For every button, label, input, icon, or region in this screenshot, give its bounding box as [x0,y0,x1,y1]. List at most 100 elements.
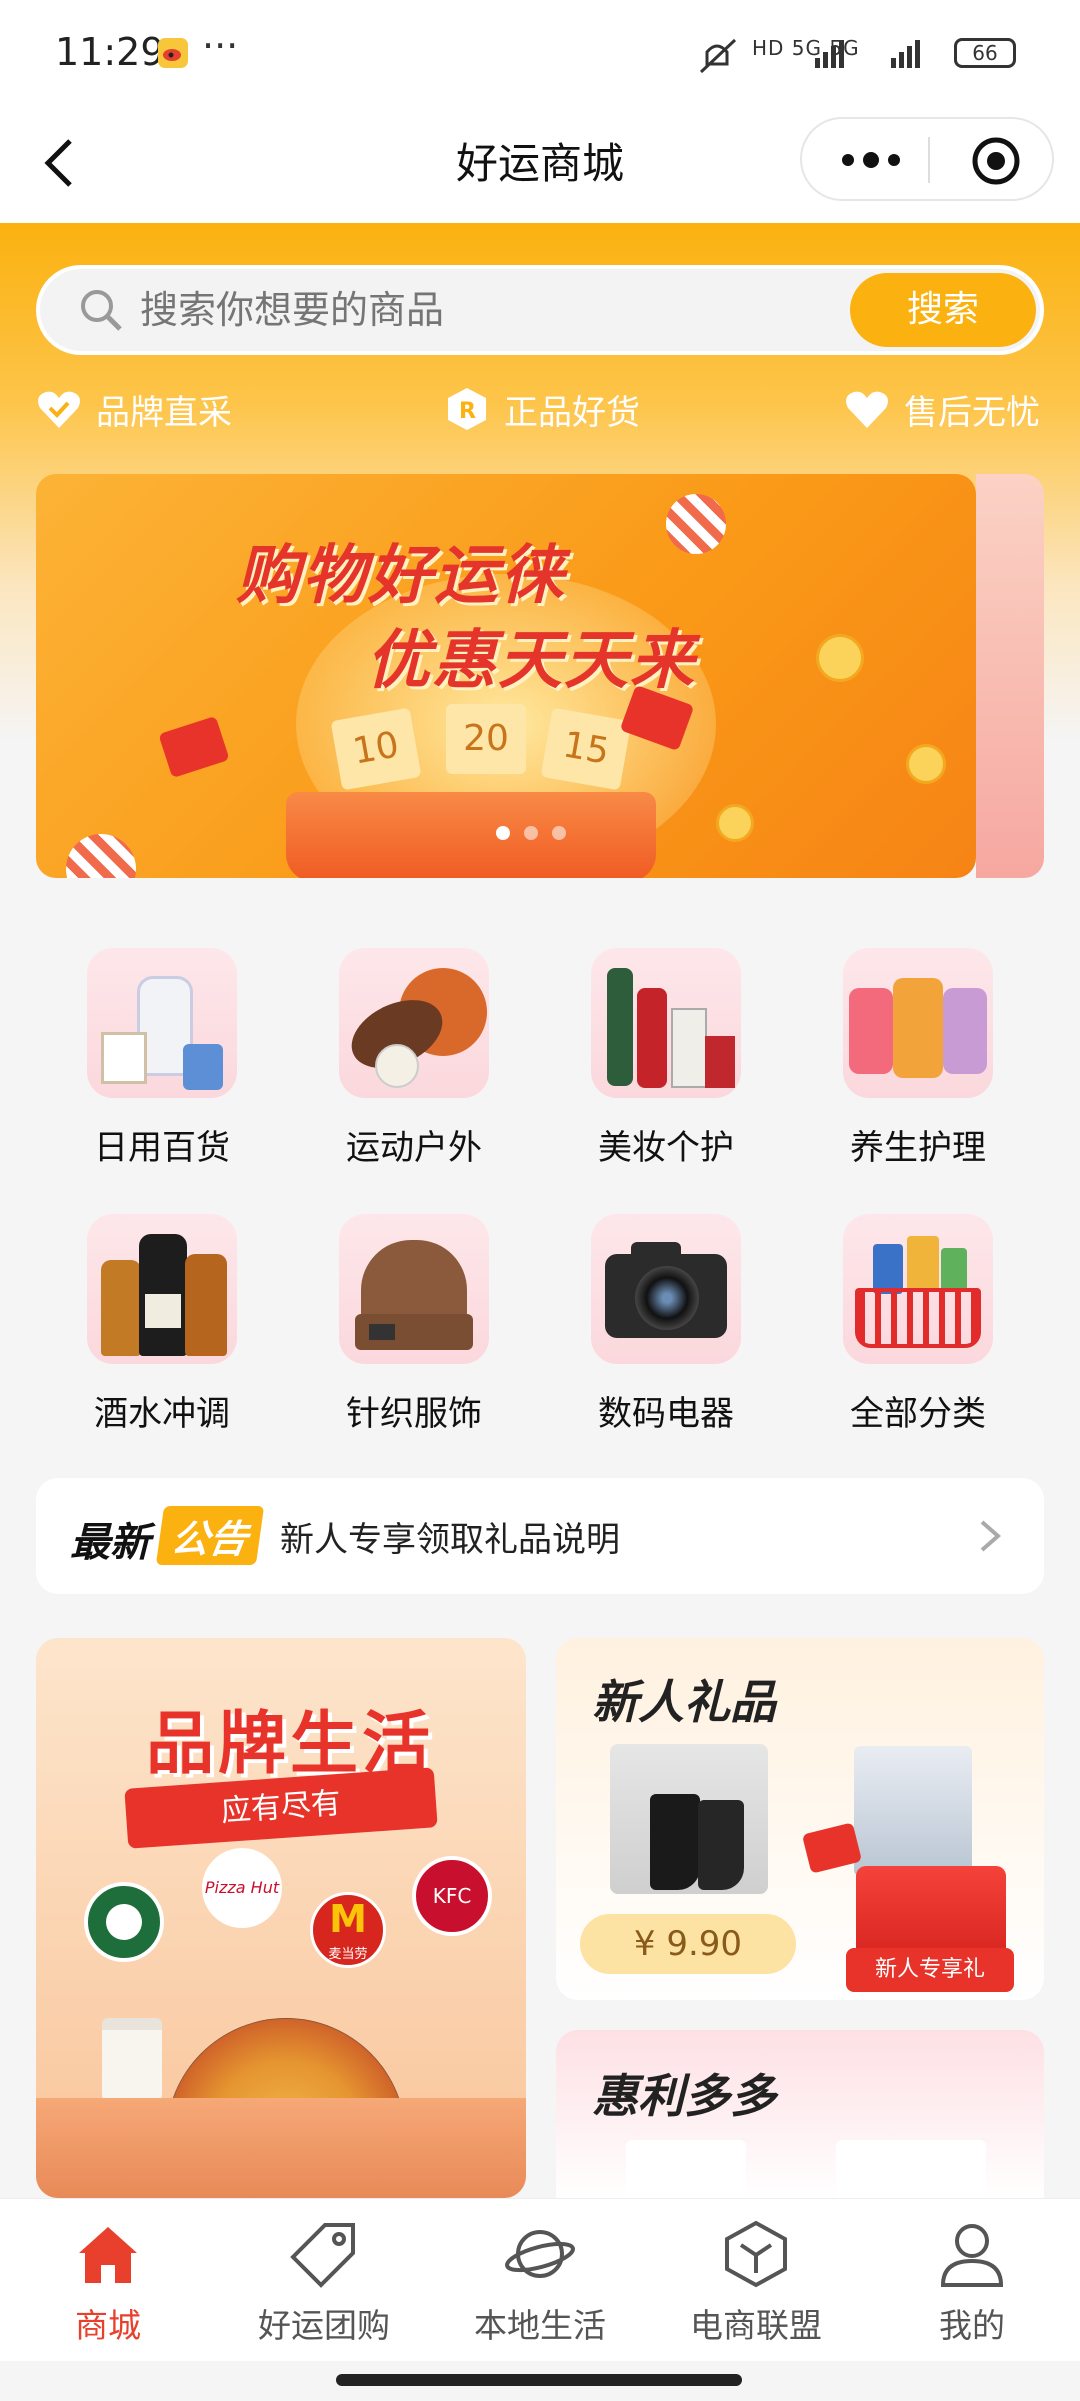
next-banner-peek[interactable] [976,474,1044,878]
price-pill: ¥ 9.90 [580,1914,796,1974]
r-badge-icon: R [444,386,490,432]
category-knitwear[interactable]: 针织服饰 [314,1214,514,1435]
search-icon [81,290,122,331]
category-label: 针织服饰 [346,1394,482,1434]
search-input[interactable] [140,281,780,339]
brand-life-card[interactable]: 品牌生活 应有尽有 Pizza Hut M 麦当劳 KFC [36,1638,526,2198]
tab-label: 我的 [939,2306,1005,2345]
sock-product-image [610,1744,768,1894]
tab-local-life[interactable]: 本地生活 [450,2219,630,2347]
tab-ecommerce-alliance[interactable]: 电商联盟 [666,2219,846,2347]
svg-text:R: R [459,399,476,424]
status-bar: 11:29 ··· HD 5G 5G 66 [0,0,1080,105]
tab-group-buy[interactable]: 好运团购 [234,2219,414,2347]
category-label: 运动户外 [346,1128,482,1168]
coupon-ticket: 20 [446,704,526,774]
pedestal [36,2098,526,2198]
tab-label: 电商联盟 [690,2306,822,2345]
announcement-bar[interactable]: 最新 公告 新人专享领取礼品说明 [36,1478,1044,1594]
notice-tag-latest: 最新 [70,1520,150,1566]
battery-level: 66 [972,41,998,65]
category-digital[interactable]: 数码电器 [566,1214,766,1435]
household-goods-icon [87,948,237,1098]
coin-icon [816,634,864,682]
heart-icon [844,386,890,432]
battery-icon: 66 [954,38,1016,68]
search-bar[interactable]: 搜索 [36,265,1044,355]
badge-brand-direct: 品牌直采 [36,384,232,434]
notice-tag-announce: 公告 [155,1506,265,1565]
deal-title: 惠利多多 [592,2069,776,2123]
pagination-dot [552,826,566,840]
coupon-ticket: 10 [330,707,422,791]
striped-ball-icon [666,494,726,554]
coupon-stack: 10 20 15 [330,704,636,794]
chevron-right-icon [980,1520,1002,1552]
sports-balls-icon [339,948,489,1098]
tab-profile[interactable]: 我的 [882,2219,1062,2347]
mini-program-capsule [800,117,1054,201]
badge-label: 品牌直采 [96,392,232,433]
deal-product-image [626,2140,746,2200]
tab-label: 好运团购 [258,2306,390,2345]
gift-ribbon-label: 新人专享礼 [874,1957,985,1982]
status-dots: ··· [202,24,239,68]
capsule-divider [928,137,930,183]
tab-mall[interactable]: 商城 [18,2219,198,2347]
home-indicator[interactable] [336,2374,742,2386]
badge-label: 正品好货 [504,392,640,433]
planet-icon [505,2230,575,2278]
red-envelope-icon [158,715,230,779]
newcomer-gift-card[interactable]: 新人礼品 ¥ 9.90 新人专享礼 [556,1638,1044,2000]
kfc-logo: KFC [412,1856,492,1936]
notice-text: 新人专享领取礼品说明 [280,1520,620,1560]
category-household[interactable]: 日用百货 [62,948,262,1169]
badge-label: 售后无忧 [904,392,1040,433]
tab-label: 商城 [75,2306,141,2345]
newcomer-ribbon: 新人专享礼 [846,1948,1014,1992]
coupon-value: 20 [463,718,509,759]
cosmetics-icon [591,948,741,1098]
heart-check-icon [36,386,82,432]
category-label: 美妆个护 [598,1128,734,1168]
knit-hat-icon [339,1214,489,1364]
badge-genuine: R 正品好货 [444,384,640,434]
cube-icon [725,2220,787,2288]
mcdonalds-label: 麦当劳 [328,1947,368,1962]
more-dots-icon[interactable] [836,143,906,177]
category-all[interactable]: 全部分类 [818,1214,1018,1435]
category-label: 日用百货 [94,1128,230,1168]
liquor-bottles-icon [87,1214,237,1364]
category-sports[interactable]: 运动户外 [314,948,514,1169]
coupon-value: 15 [559,724,613,773]
coffee-cup-image [102,2018,162,2108]
deal-product-image [836,2140,986,2200]
camera-icon [591,1214,741,1364]
category-health[interactable]: 养生护理 [818,948,1018,1169]
gift-title: 新人礼品 [592,1675,776,1729]
ribbon-label: 应有尽有 [219,1785,343,1830]
badge-after-sales: 售后无忧 [844,384,1040,434]
promo-banner[interactable]: 购物好运徕 优惠天天来 10 20 15 [36,474,976,878]
treasure-box [286,792,656,878]
mcdonalds-logo: M 麦当劳 [310,1892,386,1968]
coupon-ticket: 15 [540,707,632,791]
category-cosmetics[interactable]: 美妆个护 [566,948,766,1169]
pizzahut-logo: Pizza Hut [202,1848,282,1928]
home-icon [79,2227,137,2283]
search-button[interactable]: 搜索 [850,273,1036,347]
product-price: ¥ 9.90 [633,1924,743,1964]
status-time: 11:29 [55,30,165,74]
pizzahut-label: Pizza Hut [204,1878,280,1897]
model-product-image [854,1746,972,1876]
banner-headline-2: 优惠天天来 [366,624,696,698]
coupon-value: 10 [349,724,403,773]
category-beverages[interactable]: 酒水冲调 [62,1214,262,1435]
shopping-basket-icon [843,1214,993,1364]
target-icon[interactable] [970,135,1022,187]
pagination-dot [496,826,510,840]
category-label: 数码电器 [598,1394,734,1434]
supplements-icon [843,948,993,1098]
deals-card[interactable]: 惠利多多 [556,2030,1044,2200]
coin-icon [906,744,946,784]
